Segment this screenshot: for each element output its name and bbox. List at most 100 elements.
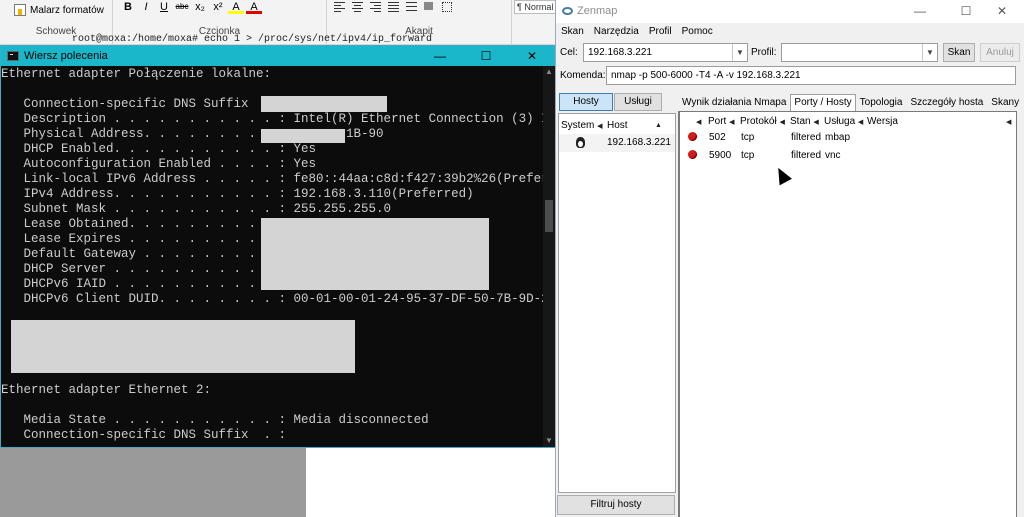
- console-line: Link-local IPv6 Address . . . . . : fe80…: [1, 172, 544, 186]
- cmd-app-icon: [7, 51, 19, 61]
- console-line: Autoconfiguration Enabled . . . . : Yes: [1, 157, 317, 171]
- column-protocol[interactable]: Protokół ◀: [740, 115, 785, 129]
- scan-button[interactable]: Skan: [943, 43, 975, 62]
- profile-combo[interactable]: ▼: [781, 43, 938, 62]
- tab-host-details[interactable]: Szczegóły hosta: [906, 94, 987, 111]
- menu-help[interactable]: Pomoc: [677, 24, 718, 40]
- menu-bar: Skan Narzędzia Profil Pomoc: [556, 24, 718, 40]
- format-painter-icon: [14, 4, 26, 16]
- host-ip: 192.168.3.221: [607, 137, 671, 148]
- close-button[interactable]: ✕: [509, 46, 555, 66]
- command-value: nmap -p 500-6000 -T4 -A -v 192.168.3.221: [611, 70, 801, 81]
- filter-hosts-button[interactable]: Filtruj hosty: [557, 495, 675, 515]
- console-line: DHCPv6 IAID . . . . . . . . . . . :: [1, 277, 287, 291]
- port-service: vnc: [825, 150, 841, 161]
- console-line: DHCPv6 Client DUID. . . . . . . . : 00-0…: [1, 292, 544, 306]
- chevron-down-icon[interactable]: ▼: [732, 44, 747, 61]
- tab-topology[interactable]: Topologia: [856, 94, 907, 111]
- scroll-up-icon[interactable]: ▲: [543, 66, 555, 78]
- port-state: filtered: [791, 132, 822, 143]
- strikethrough-button[interactable]: abc: [174, 0, 190, 14]
- line-spacing-icon[interactable]: [404, 1, 420, 13]
- word-ribbon: Malarz formatów Schowek B I U abc x₂ x² …: [0, 0, 556, 45]
- align-center-icon[interactable]: [350, 1, 366, 13]
- format-painter-button[interactable]: Malarz formatów: [14, 4, 104, 16]
- ports-table: ◀ Port ◀ Protokół ◀ Stan ◀ Usługa ◀ Wers…: [678, 111, 1017, 517]
- console-output[interactable]: Ethernet adapter Połączenie lokalne: Con…: [1, 66, 543, 447]
- scrollbar-thumb[interactable]: [545, 200, 553, 232]
- style-preview[interactable]: ¶ Normal: [514, 0, 556, 14]
- minimize-button[interactable]: —: [897, 0, 943, 23]
- tab-ports-hosts[interactable]: Porty / Hosty: [790, 94, 856, 111]
- italic-button[interactable]: I: [138, 0, 154, 14]
- table-row[interactable]: 502 tcp filtered mbap: [680, 129, 1015, 147]
- host-list: System ◀ Host ▲ 192.168.3.221: [558, 113, 676, 493]
- chevron-down-icon[interactable]: ▼: [922, 44, 937, 61]
- font-buttons: B I U abc x₂ x² A A: [120, 0, 262, 14]
- subscript-button[interactable]: x₂: [192, 0, 208, 14]
- redaction-block: [261, 218, 489, 290]
- format-painter-label: Malarz formatów: [30, 4, 104, 16]
- highlight-button[interactable]: A: [228, 0, 244, 14]
- command-prompt-titlebar[interactable]: Wiersz polecenia — ☐ ✕: [1, 46, 555, 66]
- bold-button[interactable]: B: [120, 0, 136, 14]
- column-port[interactable]: Port ◀: [708, 115, 735, 129]
- column-system[interactable]: System ◀: [561, 119, 603, 133]
- column-version[interactable]: Wersja: [867, 115, 898, 129]
- console-line: IPv4 Address. . . . . . . . . . . : 192.…: [1, 187, 474, 201]
- tab-scans[interactable]: Skany: [987, 94, 1023, 111]
- sort-up-icon: ▲: [655, 122, 662, 129]
- host-row[interactable]: 192.168.3.221: [559, 134, 675, 152]
- hosts-toggle-button[interactable]: Hosty: [559, 93, 613, 111]
- borders-icon[interactable]: [440, 1, 456, 13]
- zenmap-window: Zenmap — ☐ ✕ Skan Narzędzia Profil Pomoc…: [555, 0, 1024, 517]
- redaction-block: [11, 320, 355, 373]
- target-label: Cel:: [560, 47, 578, 58]
- cancel-button[interactable]: Anuluj: [980, 43, 1020, 62]
- desktop-background: [0, 448, 306, 517]
- target-combo[interactable]: 192.168.3.221 ▼: [583, 43, 748, 62]
- table-row[interactable]: 5900 tcp filtered vnc: [680, 147, 1015, 165]
- justify-icon[interactable]: [386, 1, 402, 13]
- services-toggle-button[interactable]: Usługi: [614, 93, 662, 111]
- column-state[interactable]: Stan ◀: [790, 115, 819, 129]
- sort-left-icon: ◀: [696, 119, 702, 126]
- zenmap-titlebar[interactable]: Zenmap — ☐ ✕: [556, 0, 1024, 23]
- align-left-icon[interactable]: [332, 1, 348, 13]
- redaction-block: [261, 129, 345, 143]
- close-button[interactable]: ✕: [979, 0, 1024, 23]
- linux-penguin-icon: [576, 137, 585, 148]
- port-number: 5900: [709, 150, 732, 161]
- underline-button[interactable]: U: [156, 0, 172, 14]
- menu-profile[interactable]: Profil: [644, 24, 677, 40]
- console-scrollbar[interactable]: ▲ ▼: [543, 66, 555, 447]
- port-status-icon: [688, 132, 697, 141]
- superscript-button[interactable]: x²: [210, 0, 226, 14]
- port-state: filtered: [791, 150, 822, 161]
- tab-nmap-output[interactable]: Wynik działania Nmapa: [678, 94, 790, 111]
- console-line: DHCP Server . . . . . . . . . . . :: [1, 262, 287, 276]
- maximize-button[interactable]: ☐: [463, 46, 509, 66]
- menu-tools[interactable]: Narzędzia: [589, 24, 644, 40]
- console-line: Ethernet adapter Połączenie lokalne:: [1, 67, 272, 81]
- window-title: Wiersz polecenia: [24, 50, 108, 62]
- font-color-button[interactable]: A: [246, 0, 262, 14]
- command-input[interactable]: nmap -p 500-6000 -T4 -A -v 192.168.3.221: [606, 66, 1016, 85]
- console-line: Media State . . . . . . . . . . . : Medi…: [1, 413, 429, 427]
- target-value: 192.168.3.221: [588, 47, 652, 58]
- scroll-down-icon[interactable]: ▼: [543, 435, 555, 447]
- console-line: Description . . . . . . . . . . . : Inte…: [1, 112, 544, 126]
- console-line: Default Gateway . . . . . . . . . :: [1, 247, 287, 261]
- align-right-icon[interactable]: [368, 1, 384, 13]
- sort-right-icon: ◀: [1006, 119, 1012, 126]
- console-line: Lease Obtained. . . . . . . . . . :: [1, 217, 287, 231]
- console-line: Physical Address. . . . . . . . . :: [1, 127, 287, 141]
- shading-icon[interactable]: [422, 1, 438, 13]
- port-protocol: tcp: [741, 150, 755, 161]
- console-line: DHCP Enabled. . . . . . . . . . . : Yes: [1, 142, 317, 156]
- menu-scan[interactable]: Skan: [556, 24, 589, 40]
- column-host[interactable]: Host: [607, 119, 628, 133]
- column-service[interactable]: Usługa ◀: [824, 115, 863, 129]
- port-service: mbap: [825, 132, 851, 143]
- minimize-button[interactable]: —: [417, 46, 463, 66]
